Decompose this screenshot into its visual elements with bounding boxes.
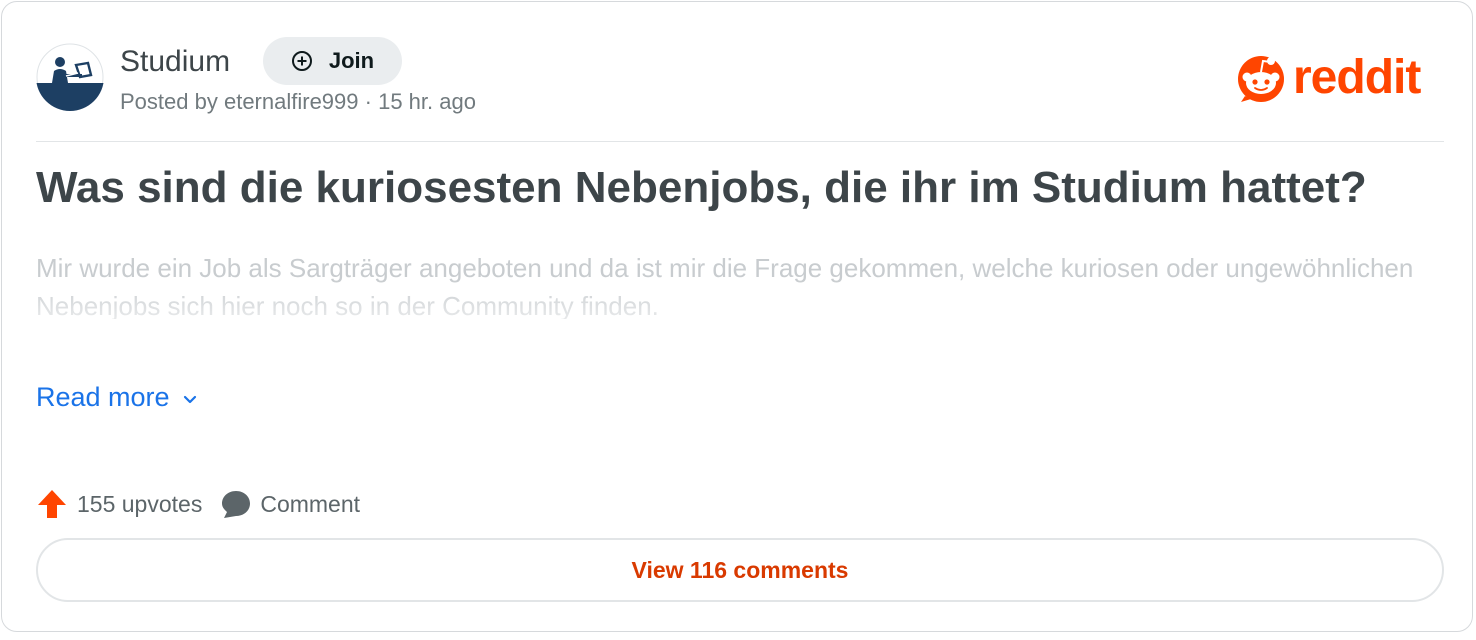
meta-prefix: Posted by xyxy=(120,89,218,114)
subreddit-name[interactable]: Studium xyxy=(120,44,230,80)
post-card: Studium Join Posted by eternalfire999 · … xyxy=(1,1,1473,632)
read-more-link[interactable]: Read more xyxy=(36,382,200,413)
reddit-wordmark: reddit xyxy=(1293,51,1421,104)
header-divider xyxy=(36,141,1444,142)
view-comments-label: View 116 comments xyxy=(631,556,849,583)
post-actions: 155 upvotes Comment xyxy=(36,488,360,520)
plus-circle-icon xyxy=(291,51,312,71)
reddit-logo[interactable]: reddit xyxy=(1235,51,1421,104)
post-body: Mir wurde ein Job als Sargträger angebot… xyxy=(36,249,1444,319)
view-comments-button[interactable]: View 116 comments xyxy=(36,538,1444,602)
meta-separator: · xyxy=(364,89,372,114)
author-link[interactable]: eternalfire999 xyxy=(224,89,359,114)
post-meta: Posted by eternalfire999 · 15 hr. ago xyxy=(120,88,476,116)
post-body-text: Mir wurde ein Job als Sargträger angebot… xyxy=(36,253,1414,319)
read-more-label: Read more xyxy=(36,382,170,412)
post-title[interactable]: Was sind die kuriosesten Nebenjobs, die … xyxy=(36,160,1367,216)
join-button[interactable]: Join xyxy=(263,37,402,85)
upvote-arrow-icon[interactable] xyxy=(36,488,68,520)
subreddit-avatar-icon[interactable] xyxy=(36,43,104,111)
comment-label[interactable]: Comment xyxy=(260,491,360,518)
upvote-count: 155 upvotes xyxy=(77,490,203,517)
chevron-down-icon xyxy=(183,395,196,403)
join-label: Join xyxy=(328,48,375,73)
comment-bubble-icon[interactable] xyxy=(220,488,252,520)
reddit-snoo-icon xyxy=(1238,56,1284,102)
post-time: 15 hr. ago xyxy=(378,89,476,114)
